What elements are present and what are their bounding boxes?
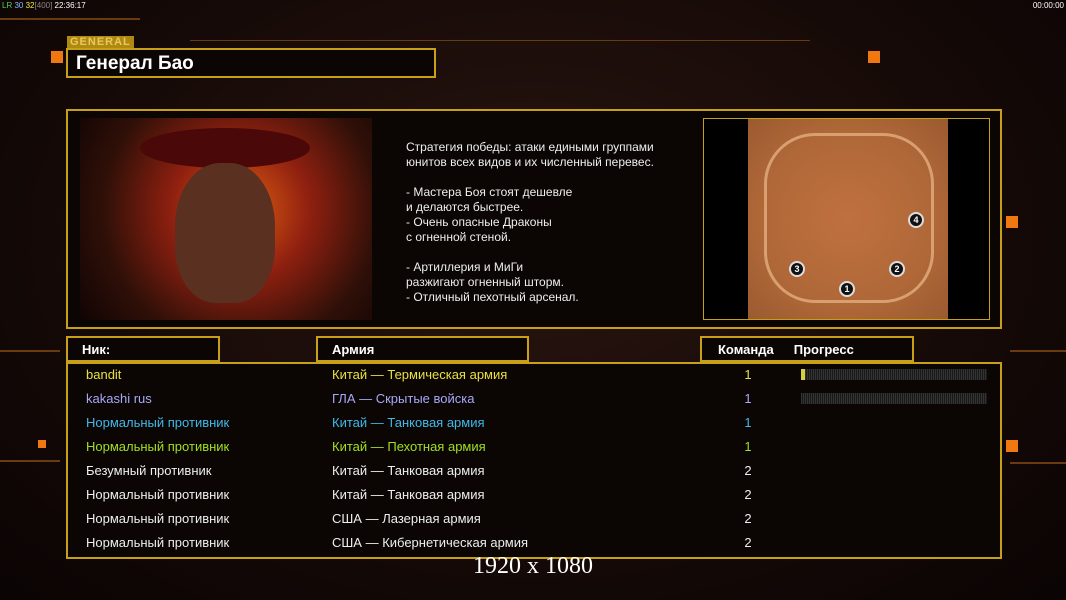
player-row[interactable]: bandit Китай — Термическая армия 1 <box>68 364 1000 388</box>
player-team: 1 <box>744 391 752 406</box>
player-team: 2 <box>744 487 752 502</box>
players-table: bandit Китай — Термическая армия 1 kakash… <box>66 362 1002 559</box>
progress-fill <box>801 369 805 380</box>
player-team: 1 <box>744 367 752 382</box>
player-nick: Нормальный противник <box>86 415 230 430</box>
deco-line <box>0 350 60 352</box>
player-nick: bandit <box>86 367 122 382</box>
player-nick: kakashi rus <box>86 391 152 406</box>
general-portrait <box>80 118 372 320</box>
deco-line <box>0 460 60 462</box>
player-team: 1 <box>744 415 752 430</box>
deco-square <box>1006 216 1018 228</box>
deco-line <box>1010 462 1066 464</box>
player-row[interactable]: Нормальный противник Китай — Танковая ар… <box>68 412 1000 436</box>
progress-bar <box>801 393 987 404</box>
player-nick: Нормальный противник <box>86 439 230 454</box>
hud-stats: LR 30 32[400] 22:36:17 <box>2 1 86 10</box>
deco-square <box>868 51 880 63</box>
player-nick: Безумный противник <box>86 463 212 478</box>
player-nick: Нормальный противник <box>86 535 230 550</box>
player-team: 2 <box>744 463 752 478</box>
player-army: Китай — Танковая армия <box>332 415 485 430</box>
player-row[interactable]: Нормальный противник Китай — Танковая ар… <box>68 484 1000 508</box>
player-nick: Нормальный противник <box>86 511 230 526</box>
strategy-description: Стратегия победы: атаки едиными группами… <box>406 140 654 304</box>
header-team-progress: Команда Прогресс <box>700 336 914 362</box>
deco-line <box>190 40 810 41</box>
player-row[interactable]: kakashi rus ГЛА — Скрытые войска 1 <box>68 388 1000 412</box>
hud-fps2: 32 <box>25 1 35 10</box>
player-team: 2 <box>744 511 752 526</box>
general-tag: GENERAL <box>67 36 134 48</box>
hud-fps: 30 <box>14 1 24 10</box>
player-army: ГЛА — Скрытые войска <box>332 391 475 406</box>
player-nick: Нормальный противник <box>86 487 230 502</box>
header-nick: Ник: <box>66 336 220 362</box>
map-preview[interactable]: 1 2 3 4 <box>703 118 990 320</box>
deco-square <box>51 51 63 63</box>
progress-bar <box>801 369 987 380</box>
hud-timer: 00:00:00 <box>1032 1 1064 10</box>
spawn-marker: 4 <box>908 212 924 228</box>
spawn-marker: 2 <box>889 261 905 277</box>
deco-square <box>1006 440 1018 452</box>
player-row[interactable]: Нормальный противник США — Лазерная арми… <box>68 508 1000 532</box>
resolution-label: 1920 x 1080 <box>473 553 593 579</box>
player-army: США — Кибернетическая армия <box>332 535 529 550</box>
deco-line <box>0 18 140 20</box>
header-team-label: Команда <box>718 342 774 357</box>
portrait-face <box>175 163 275 303</box>
deco-square <box>38 440 46 448</box>
hud-clock: 22:36:17 <box>54 1 86 10</box>
portrait-hat <box>140 128 310 168</box>
spawn-marker: 3 <box>789 261 805 277</box>
player-army: Китай — Пехотная армия <box>332 439 486 454</box>
header-army-label: Армия <box>332 342 375 357</box>
player-row[interactable]: Нормальный противник Китай — Пехотная ар… <box>68 436 1000 460</box>
header-progress-label: Прогресс <box>793 342 854 357</box>
deco-line <box>1010 350 1066 352</box>
hud-prefix: LR <box>2 1 13 10</box>
general-name: Генерал Бао <box>66 48 436 78</box>
player-army: Китай — Термическая армия <box>332 367 508 382</box>
player-row[interactable]: Безумный противник Китай — Танковая арми… <box>68 460 1000 484</box>
header-army: Армия <box>316 336 529 362</box>
player-team: 2 <box>744 535 752 550</box>
spawn-marker: 1 <box>839 281 855 297</box>
header-nick-label: Ник: <box>82 342 111 357</box>
player-army: США — Лазерная армия <box>332 511 481 526</box>
player-army: Китай — Танковая армия <box>332 463 485 478</box>
player-team: 1 <box>744 439 752 454</box>
player-army: Китай — Танковая армия <box>332 487 485 502</box>
hud-limit: [400] <box>34 1 53 10</box>
